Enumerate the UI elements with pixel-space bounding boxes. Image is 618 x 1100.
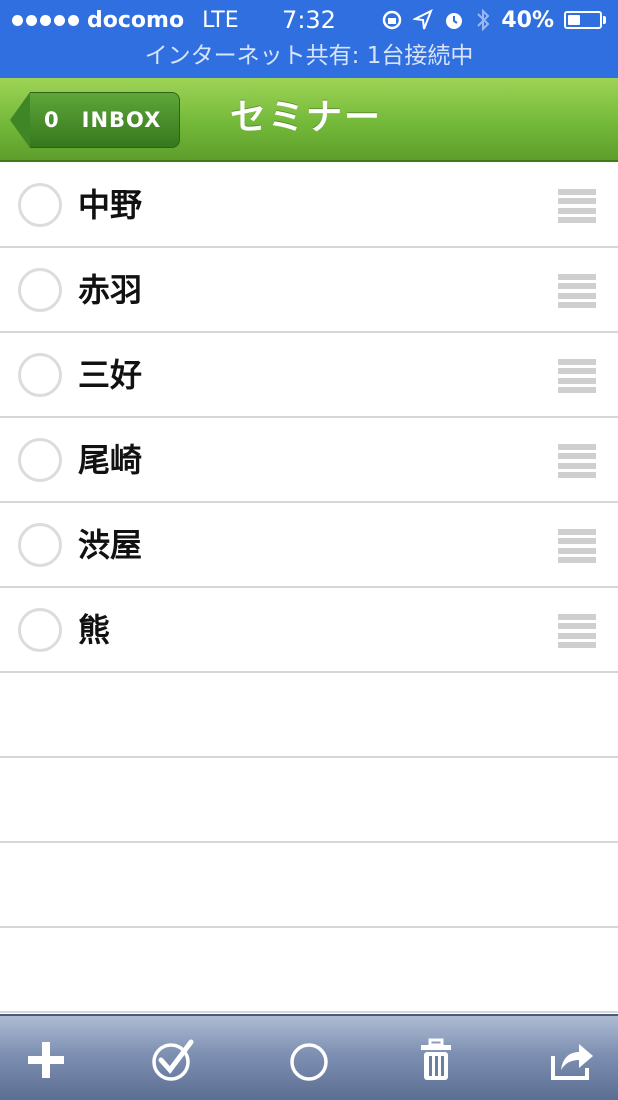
task-label[interactable]: 赤羽 xyxy=(78,248,142,333)
location-icon xyxy=(413,9,434,30)
task-row[interactable]: 尾崎 xyxy=(0,418,618,503)
empty-row[interactable] xyxy=(0,758,618,843)
task-row[interactable]: 中野 xyxy=(0,163,618,248)
reorder-handle-icon[interactable] xyxy=(558,614,596,648)
back-button-label: INBOX xyxy=(81,108,162,132)
complete-task-button[interactable] xyxy=(147,1034,199,1086)
back-button-inbox[interactable]: 0 INBOX xyxy=(10,92,180,148)
carrier-name: docomo xyxy=(87,7,185,33)
battery-icon xyxy=(564,11,606,29)
circle-icon xyxy=(290,1043,328,1081)
bottom-toolbar xyxy=(0,1014,618,1100)
task-label[interactable]: 三好 xyxy=(78,333,142,418)
alarm-icon xyxy=(446,13,463,29)
status-bar: docomo LTE 40% 7:32 インターネット共有: 1台接続中 xyxy=(0,0,618,78)
checkbox-circle-icon[interactable] xyxy=(18,523,62,567)
delete-task-button[interactable] xyxy=(410,1034,462,1086)
rotation-lock-icon xyxy=(383,10,402,30)
check-circle-icon xyxy=(152,1039,194,1081)
checkbox-circle-icon[interactable] xyxy=(18,438,62,482)
uncheck-task-button[interactable] xyxy=(283,1034,335,1086)
reorder-handle-icon[interactable] xyxy=(558,529,596,563)
empty-row[interactable] xyxy=(0,928,618,1013)
task-row[interactable]: 渋屋 xyxy=(0,503,618,588)
checkbox-circle-icon[interactable] xyxy=(18,183,62,227)
empty-row[interactable] xyxy=(0,843,618,928)
bluetooth-icon xyxy=(477,8,490,32)
add-task-button[interactable] xyxy=(20,1034,72,1086)
task-row[interactable]: 三好 xyxy=(0,333,618,418)
task-label[interactable]: 尾崎 xyxy=(78,418,142,503)
task-row[interactable]: 熊 xyxy=(0,588,618,673)
trash-icon xyxy=(421,1038,451,1080)
back-button-body[interactable]: 0 INBOX xyxy=(30,92,180,148)
task-list: 中野 赤羽 三好 尾崎 渋屋熊 xyxy=(0,163,618,1013)
checkbox-circle-icon[interactable] xyxy=(18,608,62,652)
checkbox-circle-icon[interactable] xyxy=(18,353,62,397)
share-icon xyxy=(551,1044,593,1080)
back-arrow-icon xyxy=(10,92,30,148)
reorder-handle-icon[interactable] xyxy=(558,274,596,308)
battery-percent: 40% xyxy=(501,7,554,33)
signal-strength-icon xyxy=(12,14,79,26)
network-type: LTE xyxy=(202,7,239,33)
task-label[interactable]: 渋屋 xyxy=(78,503,142,588)
hotspot-banner[interactable]: インターネット共有: 1台接続中 xyxy=(0,38,618,74)
status-bar-row: docomo LTE 40% xyxy=(0,0,618,40)
reorder-handle-icon[interactable] xyxy=(558,189,596,223)
inbox-count: 0 xyxy=(44,108,60,132)
reorder-handle-icon[interactable] xyxy=(558,444,596,478)
add-icon xyxy=(28,1042,64,1078)
status-right: 40% xyxy=(381,8,606,33)
empty-row[interactable] xyxy=(0,673,618,758)
nav-bar: 0 INBOX セミナー xyxy=(0,78,618,162)
task-label[interactable]: 中野 xyxy=(78,163,142,248)
share-button[interactable] xyxy=(545,1034,597,1086)
task-row[interactable]: 赤羽 xyxy=(0,248,618,333)
status-left: docomo LTE xyxy=(12,8,239,33)
task-label[interactable]: 熊 xyxy=(78,588,110,673)
page-title: セミナー xyxy=(230,97,383,138)
checkbox-circle-icon[interactable] xyxy=(18,268,62,312)
reorder-handle-icon[interactable] xyxy=(558,359,596,393)
